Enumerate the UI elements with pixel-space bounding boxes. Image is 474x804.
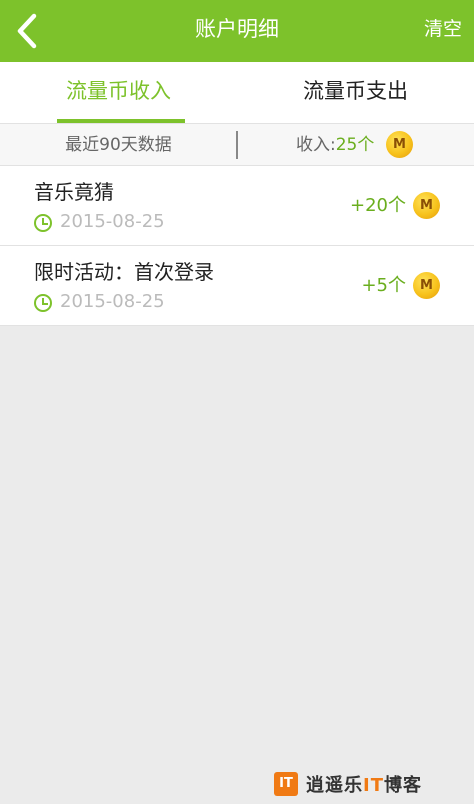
page-title: 账户明细 xyxy=(195,17,279,41)
watermark-logo-text: IT xyxy=(279,776,293,791)
tab-bar: 流量币收入 流量币支出 xyxy=(0,62,474,124)
clock-icon xyxy=(34,294,52,312)
list-item[interactable]: 限时活动：首次登录 2015-08-25 +5个 M xyxy=(0,246,474,326)
income-total: 收入:25个 xyxy=(296,124,374,166)
coin-label: M xyxy=(420,278,433,293)
watermark-text-before: 逍遥乐 xyxy=(306,775,363,796)
record-date: 2015-08-25 xyxy=(60,211,165,232)
record-name: 音乐竟猜 xyxy=(34,180,114,204)
watermark-logo-icon: IT xyxy=(274,772,298,796)
summary-bar: 最近90天数据 收入:25个 M xyxy=(0,124,474,166)
watermark-text-accent: IT xyxy=(363,775,384,796)
record-amount: +5个 xyxy=(361,275,406,296)
tab-income[interactable]: 流量币收入 xyxy=(0,62,237,124)
watermark-text: 逍遥乐IT博客 xyxy=(306,771,422,797)
top-app-bar: 账户明细 清空 xyxy=(0,0,474,62)
list-item[interactable]: 音乐竟猜 2015-08-25 +20个 M xyxy=(0,166,474,246)
record-date: 2015-08-25 xyxy=(60,291,165,312)
coin-label: M xyxy=(420,198,433,213)
record-name: 限时活动：首次登录 xyxy=(34,260,214,284)
clock-icon xyxy=(34,214,52,232)
income-prefix: 收入: xyxy=(296,135,336,155)
summary-divider xyxy=(236,131,238,159)
clear-button[interactable]: 清空 xyxy=(424,0,462,62)
coin-icon: M xyxy=(413,272,440,299)
coin-icon: M xyxy=(386,131,413,158)
tab-expense[interactable]: 流量币支出 xyxy=(237,62,474,124)
period-label: 最近90天数据 xyxy=(65,135,172,155)
watermark-text-after: 博客 xyxy=(383,775,422,796)
active-tab-indicator xyxy=(57,119,185,123)
record-amount: +20个 xyxy=(350,195,406,216)
watermark: IT 逍遥乐IT博客 xyxy=(274,770,422,798)
coin-icon: M xyxy=(413,192,440,219)
income-value: 25个 xyxy=(335,135,375,155)
coin-label: M xyxy=(393,137,406,152)
